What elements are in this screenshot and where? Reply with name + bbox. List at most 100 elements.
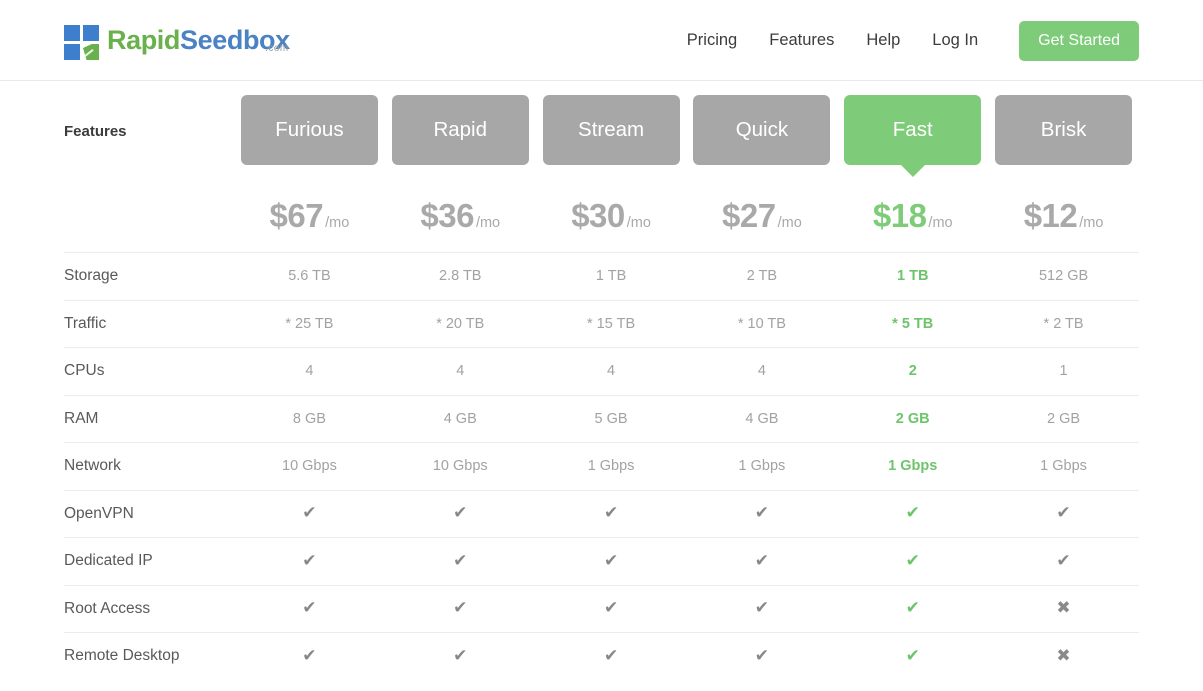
cell-value: 1 TB xyxy=(595,268,627,285)
table-cell: 2 GB xyxy=(988,410,1139,428)
table-cell: 4 GB xyxy=(385,410,536,428)
plan-tab-furious[interactable]: Furious xyxy=(240,95,378,165)
logo-tld: .com xyxy=(265,43,289,54)
logo[interactable]: RapidSeedbox .com xyxy=(64,23,290,61)
table-cell: ✔ xyxy=(988,552,1139,571)
cross-icon: ✖ xyxy=(1056,645,1071,665)
cell-value: 10 Gbps xyxy=(432,458,488,475)
feature-rows-container: Storage 5.6 TB 2.8 TB 1 TB 2 TB 1 TB 512 GB Tra… xyxy=(64,252,1139,680)
plan-tab-cell: Fast xyxy=(837,95,988,177)
check-icon: ✔ xyxy=(905,550,920,570)
plan-tab-rapid[interactable]: Rapid xyxy=(391,95,529,165)
cell-value: 4 GB xyxy=(745,410,779,427)
check-icon: ✔ xyxy=(302,645,317,665)
cell-value: * 15 TB xyxy=(587,315,636,332)
table-cell: ✔ xyxy=(837,552,988,571)
row-label: OpenVPN xyxy=(64,504,134,522)
table-cell: ✔ xyxy=(234,504,385,523)
plan-tab-fast[interactable]: Fast xyxy=(844,95,982,177)
site-header: RapidSeedbox .com Pricing Features Help … xyxy=(0,0,1203,81)
table-cell: ✔ xyxy=(988,504,1139,523)
cell-value: 2 TB xyxy=(746,268,778,285)
cell-value: * 2 TB xyxy=(1043,315,1084,332)
table-cell: 1 TB xyxy=(536,267,687,285)
check-icon: ✔ xyxy=(453,503,468,523)
nav-item-help[interactable]: Help xyxy=(850,31,916,50)
table-row: Traffic * 25 TB * 20 TB * 15 TB * 10 TB * 5 T… xyxy=(64,299,1139,348)
plan-tab-cell: Stream xyxy=(536,95,687,165)
table-cell: 2 GB xyxy=(837,410,988,428)
cell-value: 1 TB xyxy=(897,268,929,285)
check-icon: ✔ xyxy=(603,550,619,570)
price-value: $18 xyxy=(872,197,927,234)
price-value: $67 xyxy=(269,197,324,234)
nav-item-log-in[interactable]: Log In xyxy=(916,31,994,50)
table-cell: ✔ xyxy=(234,599,385,618)
logo-square-top-left xyxy=(64,25,80,41)
price-period: /mo xyxy=(777,215,802,231)
price-period: /mo xyxy=(475,215,501,231)
cell-value: 8 GB xyxy=(292,410,326,427)
row-label: CPUs xyxy=(64,362,105,380)
table-row: CPUs 4 4 4 4 2 1 xyxy=(64,347,1139,395)
pricing-comparison-table: Features Furious Rapid Stream Quick Fast… xyxy=(0,81,1203,680)
check-icon: ✔ xyxy=(754,598,770,618)
table-cell: 1 Gbps xyxy=(837,457,988,475)
table-cell: * 15 TB xyxy=(536,315,687,333)
check-icon: ✔ xyxy=(302,598,317,618)
cross-icon: ✖ xyxy=(1056,598,1071,618)
cell-value: 1 Gbps xyxy=(888,458,938,475)
cell-value: 4 GB xyxy=(443,410,477,427)
table-cell: ✔ xyxy=(686,504,837,523)
cell-value: * 5 TB xyxy=(892,315,934,332)
cell-value: 5 GB xyxy=(594,410,628,427)
nav-item-features[interactable]: Features xyxy=(753,31,850,50)
check-icon: ✔ xyxy=(754,550,770,570)
table-cell: * 25 TB xyxy=(234,315,385,333)
table-cell: * 2 TB xyxy=(988,315,1139,333)
table-cell: * 5 TB xyxy=(837,315,988,333)
plan-tab-cell: Furious xyxy=(234,95,385,165)
plan-tab-quick[interactable]: Quick xyxy=(693,95,831,165)
cell-value: 5.6 TB xyxy=(288,268,331,285)
cell-value: 2.8 TB xyxy=(439,268,482,285)
table-row: Root Access ✔ ✔ ✔ ✔ ✔ ✖ xyxy=(64,584,1139,633)
cell-value: 1 Gbps xyxy=(738,458,786,475)
table-cell: 1 xyxy=(988,362,1139,380)
logo-leaf-shape xyxy=(83,44,99,60)
table-cell: ✔ xyxy=(536,552,687,571)
table-cell: ✖ xyxy=(988,647,1139,666)
features-heading: Features xyxy=(64,123,127,140)
check-icon: ✔ xyxy=(1056,550,1071,570)
table-cell: ✔ xyxy=(837,504,988,523)
check-icon: ✔ xyxy=(302,503,317,523)
check-icon: ✔ xyxy=(905,645,920,665)
plan-tab-brisk[interactable]: Brisk xyxy=(995,95,1133,165)
cell-value: 512 GB xyxy=(1038,268,1089,285)
check-icon: ✔ xyxy=(603,645,619,665)
cell-value: 4 xyxy=(305,363,314,380)
plan-price-stream: $30/mo xyxy=(536,197,687,235)
table-cell: 1 Gbps xyxy=(988,457,1139,475)
cell-value: 2 xyxy=(908,363,917,380)
check-icon: ✔ xyxy=(453,645,468,665)
table-cell: 512 GB xyxy=(988,267,1139,285)
table-cell: 4 xyxy=(234,362,385,380)
table-cell: 4 xyxy=(385,362,536,380)
cell-value: 1 Gbps xyxy=(1040,458,1087,475)
table-cell: ✔ xyxy=(234,552,385,571)
table-row: RAM 8 GB 4 GB 5 GB 4 GB 2 GB 2 GB xyxy=(64,394,1139,443)
table-cell: * 20 TB xyxy=(385,315,536,333)
nav-item-pricing[interactable]: Pricing xyxy=(671,31,753,50)
table-row: Dedicated IP ✔ ✔ ✔ ✔ ✔ ✔ xyxy=(64,537,1139,585)
get-started-button[interactable]: Get Started xyxy=(1019,20,1139,61)
plan-tab-stream[interactable]: Stream xyxy=(542,95,680,165)
table-cell: 1 Gbps xyxy=(686,457,837,475)
plan-price-rapid: $36/mo xyxy=(385,197,536,235)
table-cell: 2.8 TB xyxy=(385,267,536,285)
price-period: /mo xyxy=(626,215,651,231)
logo-word-rapid: Rapid xyxy=(107,25,181,55)
cell-value: 4 xyxy=(607,363,616,380)
table-cell: 4 xyxy=(536,362,687,380)
table-cell: ✔ xyxy=(385,552,536,571)
